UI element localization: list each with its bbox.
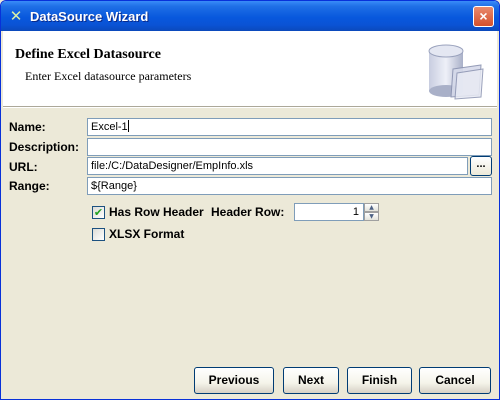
spin-down-button[interactable]: ▼ xyxy=(364,212,379,221)
browse-button[interactable]: ... xyxy=(470,156,492,176)
xlsx-format-label[interactable]: XLSX Format xyxy=(109,227,184,241)
header-divider xyxy=(3,107,497,108)
header-row-spin-buttons: ▲ ▼ xyxy=(364,203,379,221)
has-row-header-checkbox[interactable]: ✔ xyxy=(92,206,105,219)
range-label: Range: xyxy=(9,179,50,193)
datasource-cylinder-icon xyxy=(428,44,484,100)
range-input[interactable]: ${Range} xyxy=(87,177,492,195)
description-input[interactable] xyxy=(87,138,492,156)
header-row-spinner[interactable]: 1 xyxy=(294,203,364,221)
finish-button[interactable]: Finish xyxy=(347,367,412,394)
text-caret xyxy=(127,120,129,132)
url-input[interactable]: file:/C:/DataDesigner/EmpInfo.xls xyxy=(87,157,468,175)
url-label: URL: xyxy=(9,160,38,174)
window-title: DataSource Wizard xyxy=(30,8,149,24)
name-input[interactable]: Excel-1 xyxy=(87,118,492,136)
name-label: Name: xyxy=(9,120,46,134)
wizard-header: Define Excel Datasource Enter Excel data… xyxy=(3,31,497,107)
has-row-header-label[interactable]: Has Row Header xyxy=(109,205,204,219)
wizard-icon: ✕ xyxy=(9,7,23,25)
spin-up-button[interactable]: ▲ xyxy=(364,203,379,212)
close-button[interactable]: × xyxy=(473,6,494,27)
header-subtitle: Enter Excel datasource parameters xyxy=(25,69,192,83)
checkmark-icon: ✔ xyxy=(93,206,104,219)
next-button[interactable]: Next xyxy=(283,367,339,394)
description-label: Description: xyxy=(9,140,80,154)
title-bar[interactable]: ✕ DataSource Wizard × xyxy=(1,1,499,31)
name-value: Excel-1 xyxy=(91,121,128,133)
header-row-label: Header Row: xyxy=(211,205,285,219)
datasource-wizard-window: ✕ DataSource Wizard × Define Excel Datas… xyxy=(0,0,500,400)
cancel-button[interactable]: Cancel xyxy=(419,367,491,394)
previous-button[interactable]: Previous xyxy=(194,367,274,394)
xlsx-format-checkbox[interactable] xyxy=(92,228,105,241)
header-title: Define Excel Datasource xyxy=(15,47,161,62)
